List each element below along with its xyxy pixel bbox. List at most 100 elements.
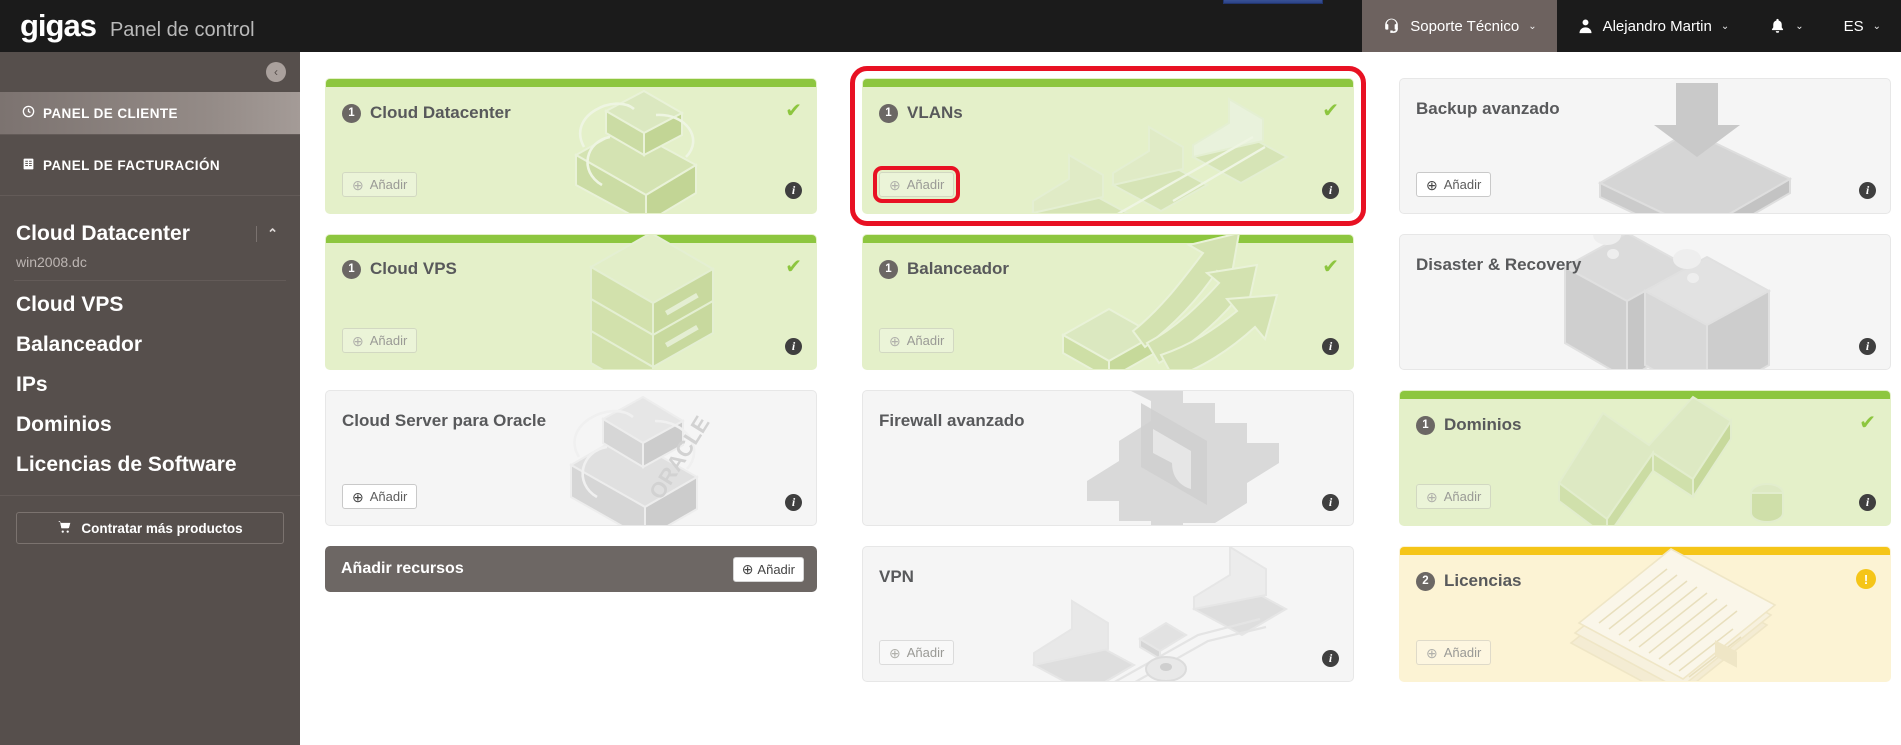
info-icon[interactable]: i bbox=[1859, 494, 1876, 511]
sidebar-subitem-win2008[interactable]: win2008.dc bbox=[0, 250, 300, 280]
card-cloud-vps[interactable]: 1 Cloud VPS ✔ ⊕ Añadir i bbox=[325, 234, 817, 370]
add-resources-bar[interactable]: Añadir recursos ⊕ Añadir bbox=[325, 546, 817, 592]
card-title-row: Disaster & Recovery bbox=[1416, 255, 1581, 275]
card-count-badge: 1 bbox=[879, 259, 898, 279]
add-button-label: Añadir bbox=[369, 489, 408, 504]
card-accent-stripe bbox=[863, 79, 1353, 87]
sidebar-item-balanceador[interactable]: Balanceador bbox=[0, 321, 300, 361]
sidebar-item-panel-cliente[interactable]: PANEL DE CLIENTE bbox=[0, 92, 300, 134]
top-nav: Soporte Técnico ⌄ Alejandro Martin ⌄ ⌄ E… bbox=[1362, 0, 1901, 52]
info-icon[interactable]: i bbox=[1322, 650, 1339, 667]
status-warning-icon: ! bbox=[1856, 569, 1876, 589]
card-vlans[interactable]: 1 VLANs ✔ ⊕ Añadir i bbox=[850, 66, 1366, 226]
info-icon[interactable]: i bbox=[785, 182, 802, 199]
card-cloud-datacenter[interactable]: 1 Cloud Datacenter ✔ ⊕ Añadir i bbox=[325, 78, 817, 214]
card-backup-avanzado[interactable]: Backup avanzado ⊕ Añadir i bbox=[1399, 78, 1891, 214]
info-icon[interactable]: i bbox=[785, 338, 802, 355]
sidebar-item-ips[interactable]: IPs bbox=[0, 361, 300, 401]
nav-user-label: Alejandro Martin bbox=[1602, 17, 1712, 35]
card-title-row: Backup avanzado bbox=[1416, 99, 1560, 119]
sidebar-item-ips-label: IPs bbox=[16, 373, 48, 396]
sidebar-collapse-row: ‹ bbox=[0, 52, 300, 92]
sidebar-cta-wrap: Contratar más productos bbox=[0, 496, 300, 560]
add-resources-label: Añadir recursos bbox=[341, 560, 464, 577]
plus-circle-icon: ⊕ bbox=[889, 176, 901, 193]
invoice-icon bbox=[22, 157, 35, 174]
add-button[interactable]: ⊕ Añadir bbox=[342, 328, 418, 353]
chevron-up-icon[interactable]: ⌃ bbox=[256, 226, 278, 242]
add-button-label: Añadir bbox=[369, 177, 408, 192]
card-title-label: VPN bbox=[879, 567, 914, 586]
plus-circle-icon: ⊕ bbox=[889, 332, 901, 349]
card-title-label: Dominios bbox=[1444, 415, 1522, 434]
chevron-down-icon: ⌄ bbox=[1795, 20, 1804, 32]
status-check-icon: ✔ bbox=[1322, 256, 1339, 278]
add-button[interactable]: ⊕ Añadir bbox=[342, 484, 418, 509]
nav-notifications[interactable]: ⌄ bbox=[1749, 0, 1823, 52]
info-icon[interactable]: i bbox=[1322, 182, 1339, 199]
add-button[interactable]: ⊕ Añadir bbox=[1416, 172, 1492, 197]
nav-language[interactable]: ES ⌄ bbox=[1824, 0, 1901, 52]
contratar-mas-productos-button[interactable]: Contratar más productos bbox=[16, 512, 284, 544]
add-button-label: Añadir bbox=[369, 333, 408, 348]
sidebar-item-licencias-de-software[interactable]: Licencias de Software bbox=[0, 441, 300, 481]
card-title-label: Cloud Server para Oracle bbox=[342, 411, 547, 430]
add-button[interactable]: ⊕ Añadir bbox=[879, 328, 955, 353]
info-icon[interactable]: i bbox=[1859, 338, 1876, 355]
card-title-label: Balanceador bbox=[907, 259, 1010, 278]
add-button[interactable]: ⊕ Añadir bbox=[879, 640, 955, 665]
add-button[interactable]: ⊕ Añadir bbox=[1416, 484, 1492, 509]
card-count-badge: 2 bbox=[1416, 571, 1435, 591]
card-balanceador[interactable]: 1 Balanceador ✔ ⊕ Añadir i bbox=[862, 234, 1354, 370]
card-accent-stripe bbox=[326, 235, 816, 243]
card-accent-stripe bbox=[1400, 547, 1890, 555]
info-icon[interactable]: i bbox=[1859, 182, 1876, 199]
card-count-badge: 1 bbox=[342, 259, 361, 279]
card-title-row: 1 Cloud Datacenter bbox=[342, 103, 511, 123]
plus-circle-icon: ⊕ bbox=[1426, 176, 1438, 193]
info-icon[interactable]: i bbox=[1322, 494, 1339, 511]
dashboard-icon bbox=[22, 105, 35, 121]
svg-text:ORACLE: ORACLE bbox=[644, 412, 714, 504]
add-button[interactable]: ⊕ Añadir bbox=[342, 172, 418, 197]
card-cloud-server-oracle[interactable]: ORACLE Cloud Server para Oracle ⊕ Añadir… bbox=[325, 390, 817, 526]
sidebar-item-panel-facturacion[interactable]: PANEL DE FACTURACIÓN bbox=[0, 144, 300, 186]
info-icon[interactable]: i bbox=[785, 494, 802, 511]
add-button-label: Añadir bbox=[906, 645, 945, 660]
nav-support[interactable]: Soporte Técnico ⌄ bbox=[1362, 0, 1557, 52]
card-vpn[interactable]: VPN ⊕ Añadir i bbox=[862, 546, 1354, 682]
add-button-label: Añadir bbox=[1443, 177, 1482, 192]
info-icon[interactable]: i bbox=[1322, 338, 1339, 355]
sidebar-item-dominios[interactable]: Dominios bbox=[0, 401, 300, 441]
brand-area[interactable]: gigas Panel de control bbox=[0, 10, 255, 42]
add-button[interactable]: ⊕ Añadir bbox=[872, 166, 961, 203]
card-licencias[interactable]: 2 Licencias ! ⊕ Añadir bbox=[1399, 546, 1891, 682]
card-dominios[interactable]: 1 Dominios ✔ ⊕ Añadir i bbox=[1399, 390, 1891, 526]
card-title-label: Licencias bbox=[1444, 571, 1522, 590]
sidebar: ‹ PANEL DE CLIENTE PANEL DE FACTURACIÓN … bbox=[0, 52, 300, 745]
card-title-row: 1 Balanceador bbox=[879, 259, 1009, 279]
card-title-row: Cloud Server para Oracle bbox=[342, 411, 546, 431]
browser-chrome-bleed bbox=[1223, 0, 1323, 4]
card-accent-stripe bbox=[1400, 391, 1890, 399]
card-title-label: Cloud Datacenter bbox=[370, 103, 511, 122]
card-firewall-avanzado[interactable]: Firewall avanzado i bbox=[862, 390, 1354, 526]
plus-circle-icon: ⊕ bbox=[352, 332, 364, 349]
sidebar-item-cloud-datacenter[interactable]: Cloud Datacenter ⌃ win2008.dc bbox=[0, 210, 300, 280]
sidebar-item-cloud-vps-label: Cloud VPS bbox=[16, 293, 124, 316]
add-resources-button[interactable]: ⊕ Añadir bbox=[732, 556, 804, 582]
sidebar-item-balanceador-label: Balanceador bbox=[16, 333, 143, 356]
sidebar-section-billing: PANEL DE FACTURACIÓN bbox=[0, 135, 300, 196]
top-bar: gigas Panel de control Soporte Técnico ⌄… bbox=[0, 0, 1901, 52]
card-count-badge: 1 bbox=[1416, 415, 1435, 435]
add-resources-button-label: Añadir bbox=[757, 561, 795, 577]
plus-circle-icon: ⊕ bbox=[352, 488, 364, 505]
card-disaster-recovery[interactable]: Disaster & Recovery i bbox=[1399, 234, 1891, 370]
add-button[interactable]: ⊕ Añadir bbox=[1416, 640, 1492, 665]
sidebar-item-cloud-vps[interactable]: Cloud VPS bbox=[0, 281, 300, 321]
sidebar-item-cloud-datacenter-label: Cloud Datacenter bbox=[16, 222, 190, 245]
nav-user[interactable]: Alejandro Martin ⌄ bbox=[1557, 0, 1750, 52]
card-title-row: VPN bbox=[879, 567, 914, 587]
sidebar-collapse-button[interactable]: ‹ bbox=[266, 62, 286, 82]
status-check-icon: ✔ bbox=[785, 100, 802, 122]
